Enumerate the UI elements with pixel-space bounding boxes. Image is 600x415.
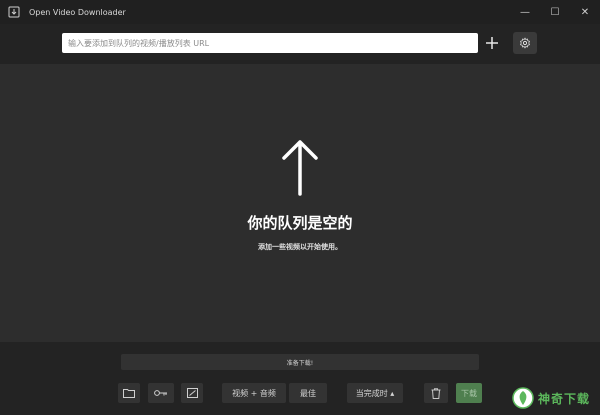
download-label: 下载	[461, 388, 477, 398]
clear-queue-button[interactable]	[424, 383, 448, 403]
subtitles-icon	[186, 388, 198, 398]
status-bar: 准备下载!	[121, 354, 479, 370]
trash-icon	[431, 387, 441, 399]
maximize-button[interactable]: ☐	[540, 0, 570, 24]
key-icon	[154, 390, 167, 396]
open-folder-button[interactable]	[118, 383, 140, 403]
empty-queue-title: 你的队列是空的	[247, 214, 353, 232]
folder-icon	[123, 389, 135, 398]
gear-icon	[520, 37, 530, 49]
close-button[interactable]: ✕	[570, 0, 600, 24]
url-input[interactable]	[62, 33, 478, 53]
download-button[interactable]: 下载	[456, 383, 482, 403]
subtitles-button[interactable]	[181, 383, 203, 403]
quality-label: 最佳	[300, 388, 316, 398]
status-text: 准备下载!	[286, 359, 314, 367]
window-title: Open Video Downloader	[29, 7, 126, 17]
window-controls: — ☐ ✕	[510, 0, 600, 24]
empty-queue-subtitle: 添加一些视频以开始使用。	[258, 243, 342, 251]
plus-icon	[486, 37, 498, 49]
format-label: 视频 + 音频	[232, 388, 276, 398]
url-toolbar	[0, 24, 600, 64]
on-complete-label: 当完成时 ▴	[355, 388, 395, 398]
maximize-icon: ☐	[550, 6, 560, 18]
queue-area: 你的队列是空的 添加一些视频以开始使用。	[0, 64, 600, 342]
watermark: 神奇下载	[508, 381, 600, 415]
title-bar: Open Video Downloader — ☐ ✕	[0, 0, 600, 24]
add-url-button[interactable]	[482, 33, 502, 53]
close-icon: ✕	[580, 6, 590, 18]
arrow-up-icon	[282, 140, 318, 196]
settings-button[interactable]	[513, 32, 537, 54]
minimize-icon: —	[520, 6, 530, 18]
quality-select[interactable]: 最佳	[289, 383, 327, 403]
minimize-button[interactable]: —	[510, 0, 540, 24]
watermark-text: 神奇下载	[538, 391, 591, 406]
watermark-logo-icon	[512, 387, 534, 409]
auth-button[interactable]	[148, 383, 174, 403]
format-select[interactable]: 视频 + 音频	[222, 383, 286, 403]
on-complete-select[interactable]: 当完成时 ▴	[347, 383, 403, 403]
app-logo-icon	[8, 6, 20, 18]
